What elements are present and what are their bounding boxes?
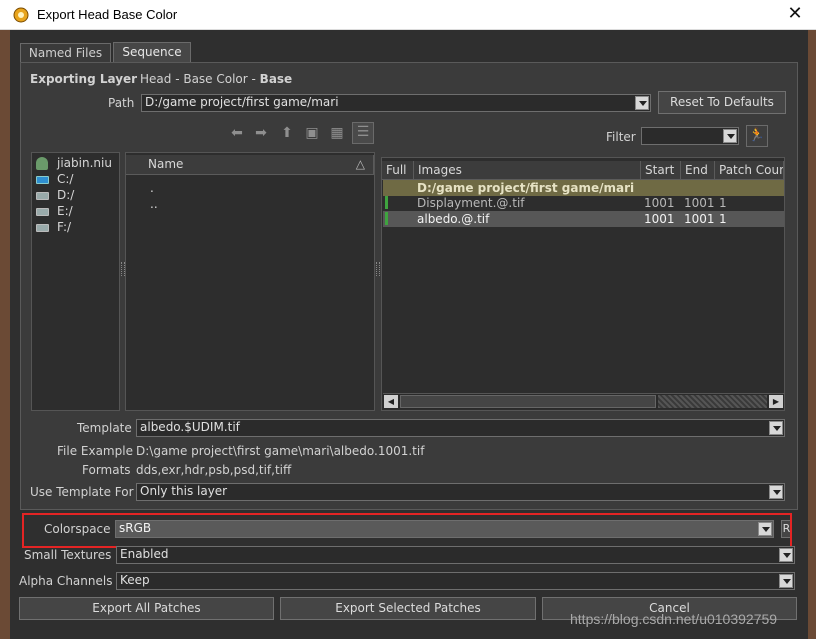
drive-item-user[interactable]: jiabin.niu bbox=[36, 155, 118, 171]
alpha-channels-value: Keep bbox=[120, 573, 150, 587]
up-arrow-icon[interactable]: ⬆ bbox=[278, 124, 296, 142]
filter-label: Filter bbox=[606, 130, 636, 144]
title-bar: Export Head Base Color ✕ bbox=[0, 0, 816, 30]
full-indicator bbox=[385, 196, 388, 209]
template-dropdown[interactable]: albedo.$UDIM.tif bbox=[136, 419, 785, 437]
image-start: 1001 bbox=[644, 212, 675, 226]
exporting-layer-value: Head - Base Color - Base bbox=[140, 72, 292, 86]
chevron-down-icon[interactable] bbox=[723, 129, 737, 143]
list-view-icon[interactable]: ☰ bbox=[352, 122, 374, 144]
chevron-down-icon[interactable] bbox=[779, 548, 793, 562]
small-textures-dropdown[interactable]: Enabled bbox=[116, 546, 795, 564]
scroll-right-icon[interactable]: ▶ bbox=[769, 395, 783, 408]
exporting-layer-label: Exporting Layer bbox=[30, 72, 138, 86]
chevron-down-icon[interactable] bbox=[769, 485, 783, 499]
path-value: D:/game project/first game/mari bbox=[145, 95, 339, 109]
formats-value: dds,exr,hdr,psb,psd,tif,tiff bbox=[136, 463, 292, 477]
drive-item-f[interactable]: F:/ bbox=[36, 219, 118, 235]
drive-label: jiabin.niu bbox=[57, 156, 112, 170]
sort-triangle-icon: △ bbox=[355, 157, 365, 171]
use-template-for-dropdown[interactable]: Only this layer bbox=[136, 483, 785, 501]
folder-name-header[interactable]: Name △ bbox=[126, 155, 374, 175]
drive-label: D:/ bbox=[57, 188, 75, 202]
tab-named-files[interactable]: Named Files bbox=[20, 43, 111, 63]
alpha-channels-dropdown[interactable]: Keep bbox=[116, 572, 795, 590]
small-textures-value: Enabled bbox=[120, 547, 169, 561]
table-row[interactable]: Displayment.@.tif 1001 1001 1 bbox=[383, 195, 784, 211]
folder-pane bbox=[125, 152, 375, 411]
col-full[interactable]: Full bbox=[382, 161, 414, 180]
template-value: albedo.$UDIM.tif bbox=[140, 420, 240, 434]
drives-list: jiabin.niu C:/ D:/ E:/ F:/ bbox=[36, 155, 118, 235]
image-end: 1001 bbox=[684, 212, 715, 226]
export-all-patches-button[interactable]: Export All Patches bbox=[19, 597, 274, 620]
alpha-channels-label: Alpha Channels bbox=[19, 574, 113, 588]
user-icon bbox=[36, 157, 48, 170]
image-name: Displayment.@.tif bbox=[417, 196, 525, 210]
image-name: albedo.@.tif bbox=[417, 212, 490, 226]
chevron-down-icon[interactable] bbox=[769, 421, 783, 435]
drive-icon bbox=[36, 175, 49, 184]
chevron-down-icon[interactable] bbox=[779, 574, 793, 588]
small-textures-label: Small Textures bbox=[24, 548, 112, 562]
scroll-left-icon[interactable]: ◀ bbox=[384, 395, 398, 408]
horizontal-scrollbar[interactable]: ◀ ▶ bbox=[383, 393, 784, 409]
watermark-text: https://blog.csdn.net/u010392759 bbox=[570, 611, 778, 627]
reset-to-defaults-button[interactable]: Reset To Defaults bbox=[658, 91, 786, 114]
full-indicator bbox=[385, 212, 388, 225]
filter-dropdown[interactable] bbox=[641, 127, 739, 145]
folder-item[interactable]: .. bbox=[150, 196, 158, 212]
new-folder-icon[interactable]: ▣ bbox=[303, 124, 321, 142]
group-row[interactable]: D:/game project/first game/mari bbox=[383, 180, 784, 196]
splitter-handle[interactable] bbox=[376, 262, 380, 276]
chevron-down-icon[interactable] bbox=[635, 96, 649, 110]
col-images[interactable]: Images bbox=[414, 161, 641, 180]
path-label: Path bbox=[108, 96, 135, 110]
drive-icon bbox=[36, 207, 49, 216]
close-icon[interactable]: ✕ bbox=[784, 3, 806, 25]
drive-item-e[interactable]: E:/ bbox=[36, 203, 118, 219]
drive-item-d[interactable]: D:/ bbox=[36, 187, 118, 203]
drive-label: C:/ bbox=[57, 172, 74, 186]
layer-path: Head - Base Color - bbox=[140, 72, 260, 86]
table-row-selected[interactable]: albedo.@.tif 1001 1001 1 bbox=[383, 211, 784, 227]
drive-icon bbox=[36, 191, 49, 200]
template-label: Template bbox=[77, 421, 132, 435]
grid-view-icon[interactable]: ▦ bbox=[328, 124, 346, 142]
drive-item-c[interactable]: C:/ bbox=[36, 171, 118, 187]
layer-name: Base bbox=[259, 72, 293, 86]
highlight-box bbox=[22, 513, 792, 548]
running-man-icon[interactable]: 🏃 bbox=[746, 125, 768, 147]
back-arrow-icon[interactable]: ⬅ bbox=[228, 124, 246, 142]
drive-label: E:/ bbox=[57, 204, 73, 218]
mari-app-icon bbox=[13, 7, 29, 23]
folder-item[interactable]: . bbox=[150, 180, 154, 196]
window-title: Export Head Base Color bbox=[37, 7, 178, 22]
path-dropdown[interactable]: D:/game project/first game/mari bbox=[141, 94, 651, 112]
drive-label: F:/ bbox=[57, 220, 72, 234]
image-patches: 1 bbox=[719, 212, 727, 226]
drive-icon bbox=[36, 223, 49, 232]
forward-arrow-icon[interactable]: ➡ bbox=[252, 124, 270, 142]
col-start[interactable]: Start bbox=[641, 161, 681, 180]
scroll-track[interactable] bbox=[658, 395, 767, 408]
image-start: 1001 bbox=[644, 196, 675, 210]
scroll-thumb[interactable] bbox=[400, 395, 656, 408]
file-example-value: D:\game project\first game\mari\albedo.1… bbox=[136, 444, 425, 458]
export-selected-patches-button[interactable]: Export Selected Patches bbox=[280, 597, 536, 620]
image-end: 1001 bbox=[684, 196, 715, 210]
group-path: D:/game project/first game/mari bbox=[417, 181, 635, 195]
col-end[interactable]: End bbox=[681, 161, 715, 180]
file-example-label: File Example bbox=[57, 444, 133, 458]
formats-label: Formats bbox=[82, 463, 131, 477]
tab-sequence[interactable]: Sequence bbox=[113, 42, 191, 63]
col-patch-count[interactable]: Patch Coun bbox=[715, 161, 784, 180]
use-template-for-value: Only this layer bbox=[140, 484, 228, 498]
name-column-label: Name bbox=[148, 157, 184, 171]
image-patches: 1 bbox=[719, 196, 727, 210]
use-template-for-label: Use Template For bbox=[30, 485, 134, 499]
